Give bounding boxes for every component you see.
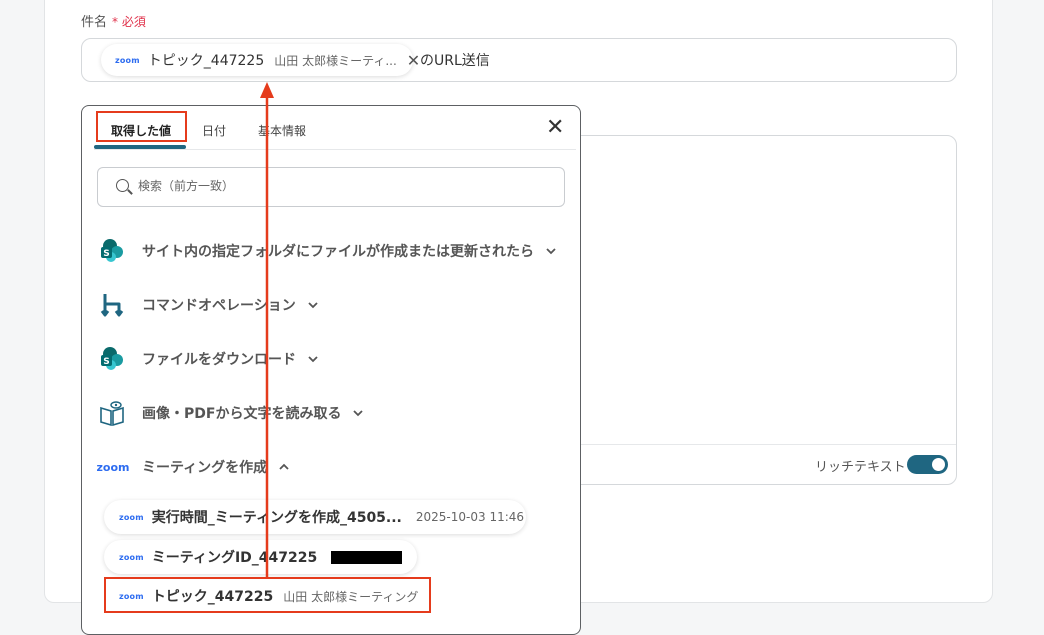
- chevron-down-icon: [308, 356, 318, 363]
- tab-divider: [94, 149, 576, 150]
- value-chip-execution-time[interactable]: zoom 実行時間_ミーティングを作成_4505... 2025-10-03 1…: [104, 500, 526, 534]
- group-ocr[interactable]: 画像・PDFから文字を読み取る: [98, 399, 365, 427]
- chevron-down-icon: [308, 302, 318, 309]
- highlight-tab-box: [96, 111, 187, 142]
- ocr-book-icon: [98, 399, 126, 427]
- command-operation-icon: [98, 291, 126, 319]
- zoom-logo-icon: zoom: [96, 460, 130, 474]
- toggle-knob: [932, 458, 945, 471]
- subject-label: 件名 * 必須: [81, 11, 146, 30]
- value-chip-title: ミーティングID_447225: [151, 550, 318, 566]
- zoom-logo-icon: zoom: [119, 552, 144, 562]
- search-input[interactable]: [136, 178, 540, 194]
- group-label: 画像・PDFから文字を読み取る: [142, 406, 342, 422]
- required-badge: * 必須: [112, 15, 146, 29]
- search-icon: [116, 179, 129, 192]
- subject-suffix-text: のURL送信: [420, 53, 490, 69]
- subject-label-text: 件名: [81, 15, 108, 30]
- editor-footer-divider: [561, 444, 956, 445]
- chevron-down-icon: [353, 410, 364, 417]
- tab-date[interactable]: 日付: [202, 122, 226, 139]
- rich-text-toggle[interactable]: [907, 455, 948, 474]
- annotation-arrow: [260, 82, 274, 577]
- subject-token-subtitle: 山田 太郎様ミーティ...: [274, 53, 397, 68]
- group-label: ミーティングを作成: [142, 460, 268, 476]
- group-label: サイト内の指定フォルダにファイルが作成または更新されたら: [142, 244, 534, 260]
- zoom-logo-icon: zoom: [119, 512, 144, 522]
- redacted-value-bar: [331, 550, 402, 564]
- svg-text:S: S: [103, 249, 109, 259]
- svg-text:S: S: [103, 357, 109, 367]
- highlight-topic-box: [104, 577, 431, 613]
- sharepoint-icon: S: [98, 345, 126, 373]
- rich-text-label: リッチテキスト: [815, 460, 906, 475]
- sharepoint-icon: S: [98, 237, 126, 265]
- group-file-download[interactable]: S ファイルをダウンロード: [98, 345, 320, 373]
- remove-token-close-icon[interactable]: ✕: [407, 51, 420, 70]
- body-editor[interactable]: リッチテキスト: [560, 135, 957, 485]
- group-sharepoint-trigger[interactable]: S サイト内の指定フォルダにファイルが作成または更新されたら: [98, 237, 558, 265]
- subject-token-chip[interactable]: zoom トピック_447225 山田 太郎様ミーティ... ✕: [101, 44, 420, 76]
- chevron-up-icon: [279, 463, 289, 470]
- subject-token-title: トピック_447225: [147, 53, 265, 69]
- search-box[interactable]: [97, 167, 565, 207]
- value-chip-value: 2025-10-03 11:46: [415, 510, 525, 524]
- zoom-logo-icon: zoom: [115, 55, 140, 65]
- close-icon[interactable]: ✕: [546, 116, 564, 140]
- chevron-down-icon: [546, 248, 556, 255]
- group-command-operation[interactable]: コマンドオペレーション: [98, 291, 320, 319]
